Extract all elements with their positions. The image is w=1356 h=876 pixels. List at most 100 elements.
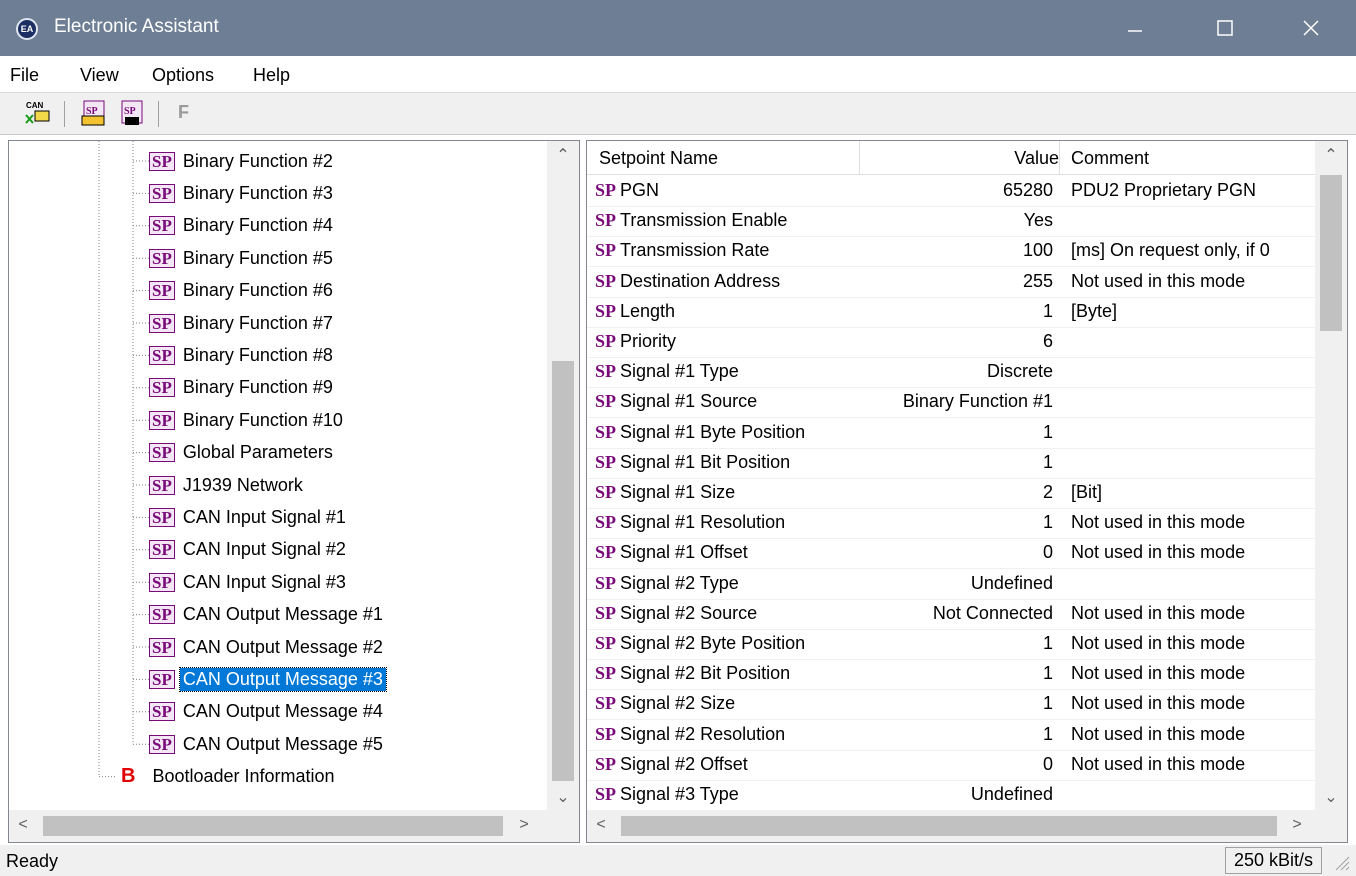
- setpoint-value[interactable]: 1: [859, 724, 1053, 745]
- tree-item[interactable]: SP Binary Function #2: [149, 145, 336, 177]
- setpoint-value[interactable]: Binary Function #1: [859, 391, 1053, 412]
- setpoint-value[interactable]: 1: [859, 422, 1053, 443]
- tree-item[interactable]: SP CAN Output Message #2: [149, 631, 386, 663]
- scroll-left-icon[interactable]: <: [13, 816, 33, 834]
- grid-row[interactable]: SP Signal #2 Size 1 Not used in this mode: [587, 688, 1317, 721]
- tree-scroll-thumb[interactable]: [552, 361, 574, 781]
- grid-row[interactable]: SP Signal #1 Bit Position 1: [587, 447, 1317, 479]
- tree-item[interactable]: SP CAN Input Signal #3: [149, 566, 349, 598]
- grid-row[interactable]: SP Signal #2 Type Undefined: [587, 568, 1317, 600]
- grid-row[interactable]: SP Signal #1 Type Discrete: [587, 356, 1317, 389]
- tree-item[interactable]: SP CAN Output Message #4: [149, 696, 386, 728]
- resize-grip-icon[interactable]: [1332, 853, 1350, 871]
- tree-item[interactable]: SP CAN Output Message #1: [149, 599, 386, 631]
- setpoint-value[interactable]: 1: [859, 452, 1053, 473]
- scroll-right-icon[interactable]: >: [514, 816, 534, 834]
- grid-row[interactable]: SP Signal #2 Byte Position 1 Not used in th…: [587, 628, 1317, 660]
- close-button[interactable]: [1266, 0, 1356, 56]
- tree-item[interactable]: SP J1939 Network: [149, 469, 306, 501]
- scroll-up-icon[interactable]: ⌃: [547, 145, 579, 165]
- grid-row[interactable]: SP Signal #3 Type Undefined: [587, 779, 1317, 811]
- scroll-up-icon[interactable]: ⌃: [1315, 145, 1347, 165]
- scroll-down-icon[interactable]: ⌄: [547, 787, 579, 807]
- tree-item[interactable]: SP Global Parameters: [149, 437, 336, 469]
- setpoint-value[interactable]: 0: [859, 542, 1053, 563]
- tree-item[interactable]: SP Binary Function #10: [149, 404, 346, 436]
- tree-item[interactable]: SP CAN Output Message #3: [149, 663, 387, 695]
- grid-row[interactable]: SP Signal #1 Size 2 [Bit]: [587, 477, 1317, 509]
- setpoint-value[interactable]: 2: [859, 482, 1053, 503]
- grid-row[interactable]: SP Signal #1 Resolution 1 Not used in this …: [587, 507, 1317, 540]
- setpoint-value[interactable]: Yes: [859, 210, 1053, 231]
- app-icon[interactable]: EA: [16, 18, 38, 40]
- tree-item[interactable]: SP Binary Function #3: [149, 177, 336, 209]
- can-connect-icon[interactable]: CAN: [24, 99, 52, 127]
- title-bar[interactable]: EA Electronic Assistant: [0, 0, 1356, 56]
- tree-item[interactable]: SP Binary Function #9: [149, 372, 336, 404]
- setpoint-value[interactable]: 6: [859, 331, 1053, 352]
- tree-hscroll-thumb[interactable]: [43, 816, 503, 836]
- grid-hscroll-thumb[interactable]: [621, 816, 1277, 836]
- grid-row[interactable]: SP PGN 65280 PDU2 Proprietary PGN: [587, 175, 1317, 207]
- setpoint-value[interactable]: 1: [859, 633, 1053, 654]
- setpoint-value[interactable]: Undefined: [859, 573, 1053, 594]
- setpoint-value[interactable]: Undefined: [859, 784, 1053, 805]
- tree-horizontal-scrollbar[interactable]: < >: [9, 810, 579, 842]
- grid-row[interactable]: SP Length 1 [Byte]: [587, 296, 1317, 328]
- scroll-right-icon[interactable]: >: [1287, 816, 1307, 834]
- setpoint-value[interactable]: 1: [859, 512, 1053, 533]
- grid-row[interactable]: SP Signal #2 Source Not Connected Not used …: [587, 598, 1317, 630]
- tree-item[interactable]: SP CAN Output Message #5: [149, 728, 386, 760]
- setpoint-name: Signal #1 Resolution: [620, 512, 786, 533]
- scroll-left-icon[interactable]: <: [591, 816, 611, 834]
- setpoint-value[interactable]: 65280: [859, 180, 1053, 201]
- menu-file[interactable]: File: [10, 65, 39, 86]
- setpoint-value[interactable]: 1: [859, 663, 1053, 684]
- column-header-setpoint-name[interactable]: Setpoint Name: [599, 148, 718, 169]
- tree-item[interactable]: SP Binary Function #6: [149, 275, 336, 307]
- tree-item-bootloader[interactable]: B Bootloader Information: [121, 761, 338, 793]
- menu-view[interactable]: View: [80, 65, 119, 86]
- column-header-value[interactable]: Value: [859, 148, 1059, 169]
- tree-item[interactable]: SP Binary Function #7: [149, 307, 336, 339]
- setpoint-name-cell: SP Signal #2 Source: [595, 603, 857, 624]
- grid-row[interactable]: SP Signal #2 Bit Position 1 Not used in thi…: [587, 658, 1317, 691]
- scroll-down-icon[interactable]: ⌄: [1315, 787, 1347, 807]
- setpoint-value[interactable]: 255: [859, 271, 1053, 292]
- menu-help[interactable]: Help: [253, 65, 290, 86]
- setpoint-value[interactable]: 1: [859, 301, 1053, 322]
- grid-row[interactable]: SP Priority 6: [587, 326, 1317, 358]
- menu-options[interactable]: Options: [152, 65, 214, 86]
- grid-vertical-scrollbar[interactable]: ⌃ ⌄: [1315, 141, 1347, 811]
- setpoint-value[interactable]: 100: [859, 240, 1053, 261]
- column-header-comment[interactable]: Comment: [1071, 148, 1149, 169]
- setpoint-value[interactable]: 1: [859, 693, 1053, 714]
- tree-item-label: Binary Function #3: [182, 182, 333, 203]
- tree-item[interactable]: SP Binary Function #5: [149, 242, 336, 274]
- tree-item[interactable]: SP CAN Input Signal #2: [149, 534, 349, 566]
- grid-row[interactable]: SP Signal #1 Source Binary Function #1: [587, 386, 1317, 419]
- grid-row[interactable]: SP Signal #2 Resolution 1 Not used in this …: [587, 719, 1317, 751]
- toolbar-separator: [64, 101, 65, 127]
- maximize-button[interactable]: [1180, 0, 1270, 56]
- grid-row[interactable]: SP Transmission Rate 100 [ms] On request on…: [587, 235, 1317, 268]
- grid-row[interactable]: SP Signal #1 Byte Position 1: [587, 417, 1317, 449]
- setpoint-value[interactable]: Discrete: [859, 361, 1053, 382]
- save-setpoint-file-icon[interactable]: SP: [118, 99, 146, 127]
- grid-row[interactable]: SP Signal #2 Offset 0 Not used in this mode: [587, 749, 1317, 781]
- grid-row[interactable]: SP Destination Address 255 Not used in this…: [587, 266, 1317, 298]
- flash-icon[interactable]: F: [178, 99, 206, 127]
- grid-row[interactable]: SP Transmission Enable Yes: [587, 205, 1317, 238]
- setpoint-value[interactable]: Not Connected: [859, 603, 1053, 624]
- setpoint-icon: SP: [595, 512, 617, 533]
- tree-vertical-scrollbar[interactable]: ⌃ ⌄: [547, 141, 579, 811]
- setpoint-value[interactable]: 0: [859, 754, 1053, 775]
- tree-item[interactable]: SP Binary Function #4: [149, 210, 336, 242]
- tree-item[interactable]: SP Binary Function #8: [149, 339, 336, 371]
- grid-scroll-thumb[interactable]: [1320, 175, 1342, 331]
- tree-item[interactable]: SP CAN Input Signal #1: [149, 501, 349, 533]
- minimize-button[interactable]: [1090, 0, 1180, 56]
- grid-horizontal-scrollbar[interactable]: < >: [587, 810, 1347, 842]
- open-setpoint-file-icon[interactable]: SP: [80, 99, 108, 127]
- grid-row[interactable]: SP Signal #1 Offset 0 Not used in this mode: [587, 537, 1317, 570]
